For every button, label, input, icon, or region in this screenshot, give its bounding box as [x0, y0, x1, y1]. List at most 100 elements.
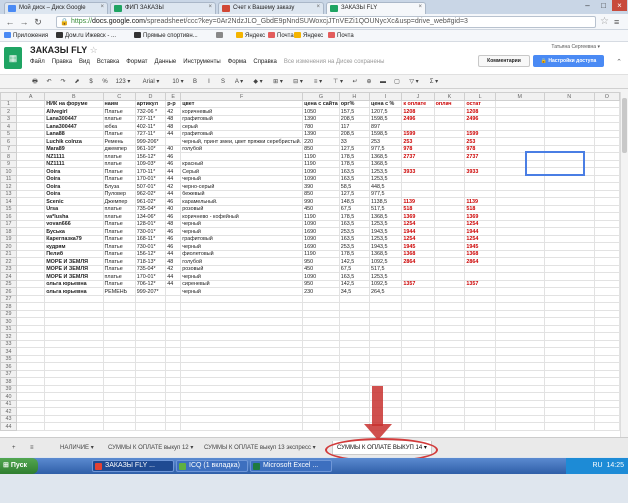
column-header[interactable]: L [464, 92, 496, 101]
cell[interactable] [180, 384, 304, 393]
cell[interactable] [401, 302, 435, 311]
cell[interactable]: 48 [165, 122, 182, 131]
row-header[interactable]: 24 [0, 272, 18, 281]
cell[interactable]: 127,5 [338, 144, 371, 153]
cell[interactable] [401, 294, 435, 303]
bookmark-item[interactable]: Яндекс [294, 32, 323, 40]
cell[interactable] [543, 219, 595, 228]
cell[interactable] [593, 204, 620, 213]
cell[interactable]: юбка [102, 122, 136, 131]
cell[interactable] [302, 332, 340, 341]
cell[interactable]: 977,5 [368, 189, 403, 198]
cell[interactable] [302, 384, 340, 393]
cell[interactable]: платье [102, 204, 136, 213]
cell[interactable]: РЕМЕНЬ [102, 287, 136, 296]
cell[interactable] [433, 212, 466, 221]
cell[interactable] [338, 347, 371, 356]
cell[interactable] [134, 317, 167, 326]
row-header[interactable]: 22 [0, 257, 18, 266]
cell[interactable] [16, 362, 46, 371]
cell[interactable]: 1190 [302, 152, 340, 161]
toolbar-button[interactable]: % [100, 77, 110, 87]
header-cell[interactable]: орг% [338, 99, 371, 108]
cell[interactable] [593, 242, 620, 251]
header-cell[interactable] [543, 99, 595, 108]
cell[interactable] [433, 122, 466, 131]
cell[interactable] [16, 272, 46, 281]
cell[interactable] [338, 339, 371, 348]
cell[interactable]: 2737 [401, 152, 435, 161]
cell[interactable] [102, 354, 136, 363]
cell[interactable] [543, 212, 595, 221]
cell[interactable]: 727-11* [134, 129, 167, 138]
cell[interactable]: Карегпазка79 [44, 234, 104, 243]
cell[interactable]: 208,5 [338, 114, 371, 123]
cell[interactable]: платье [102, 152, 136, 161]
cell[interactable] [165, 362, 182, 371]
cell[interactable] [180, 354, 304, 363]
cell[interactable]: vovan666 [44, 219, 104, 228]
cell[interactable] [44, 369, 104, 378]
cell[interactable] [593, 144, 620, 153]
cell[interactable]: 1368,5 [368, 212, 403, 221]
cell[interactable]: 163,5 [338, 272, 371, 281]
cell[interactable] [593, 114, 620, 123]
header-cell[interactable]: цена с сайта [302, 99, 340, 108]
cell[interactable]: 1139 [464, 197, 496, 206]
taskbar-item[interactable]: ЗАКАЗЫ FLY ... [92, 460, 174, 472]
cell[interactable] [368, 339, 403, 348]
cell[interactable] [302, 407, 340, 416]
row-header[interactable]: 23 [0, 264, 18, 273]
cell[interactable]: Серый [180, 167, 304, 176]
user-name[interactable]: Татьяна Сергеевна ▾ [551, 44, 600, 50]
cell[interactable]: 1369 [464, 212, 496, 221]
spreadsheet-grid[interactable]: ABCDEFGHIJKLMNO 1 НИК на форуме наим артику… [0, 92, 620, 437]
cell[interactable] [302, 294, 340, 303]
cell[interactable] [593, 107, 620, 116]
cell[interactable] [593, 317, 620, 326]
toolbar-button[interactable]: ▽ ▾ [406, 77, 422, 87]
toolbar-button[interactable]: Arial ▾ [136, 77, 166, 87]
header-cell[interactable]: наим [102, 99, 136, 108]
cell[interactable] [543, 347, 595, 356]
cell[interactable]: 897 [368, 122, 403, 131]
cell[interactable] [433, 422, 466, 431]
cell[interactable] [401, 392, 435, 401]
cell[interactable]: 1944 [464, 227, 496, 236]
cell[interactable] [16, 317, 46, 326]
row-header[interactable]: 21 [0, 249, 18, 258]
row-header[interactable]: 39 [0, 384, 18, 393]
cell[interactable] [16, 384, 46, 393]
cell[interactable] [543, 287, 595, 296]
cell[interactable] [165, 137, 182, 146]
cell[interactable]: Платье [102, 129, 136, 138]
cell[interactable]: 46 [165, 242, 182, 251]
header-cell[interactable] [16, 99, 46, 108]
cell[interactable]: Платье [102, 279, 136, 288]
cell[interactable]: 264,5 [368, 287, 403, 296]
cell[interactable] [16, 332, 46, 341]
cell[interactable] [464, 422, 496, 431]
cell[interactable] [494, 362, 545, 371]
header-cell[interactable]: НИК на форуме [44, 99, 104, 108]
cell[interactable]: 730-01* [134, 242, 167, 251]
cell[interactable]: Платье [102, 227, 136, 236]
cell[interactable] [543, 407, 595, 416]
cell[interactable]: кудрям [44, 242, 104, 251]
cell[interactable]: 1092,5 [368, 279, 403, 288]
cell[interactable]: 170-11* [134, 167, 167, 176]
cell[interactable] [593, 182, 620, 191]
cell[interactable] [464, 407, 496, 416]
cell[interactable] [102, 384, 136, 393]
cell[interactable]: Платье [102, 167, 136, 176]
cell[interactable] [302, 414, 340, 423]
cell[interactable] [165, 399, 182, 408]
cell[interactable] [165, 287, 182, 296]
cell[interactable] [134, 294, 167, 303]
cell[interactable] [593, 272, 620, 281]
cell[interactable]: Платье [102, 234, 136, 243]
cell[interactable]: Платье [102, 174, 136, 183]
cell[interactable] [401, 362, 435, 371]
cell[interactable] [302, 377, 340, 386]
cell[interactable] [16, 399, 46, 408]
